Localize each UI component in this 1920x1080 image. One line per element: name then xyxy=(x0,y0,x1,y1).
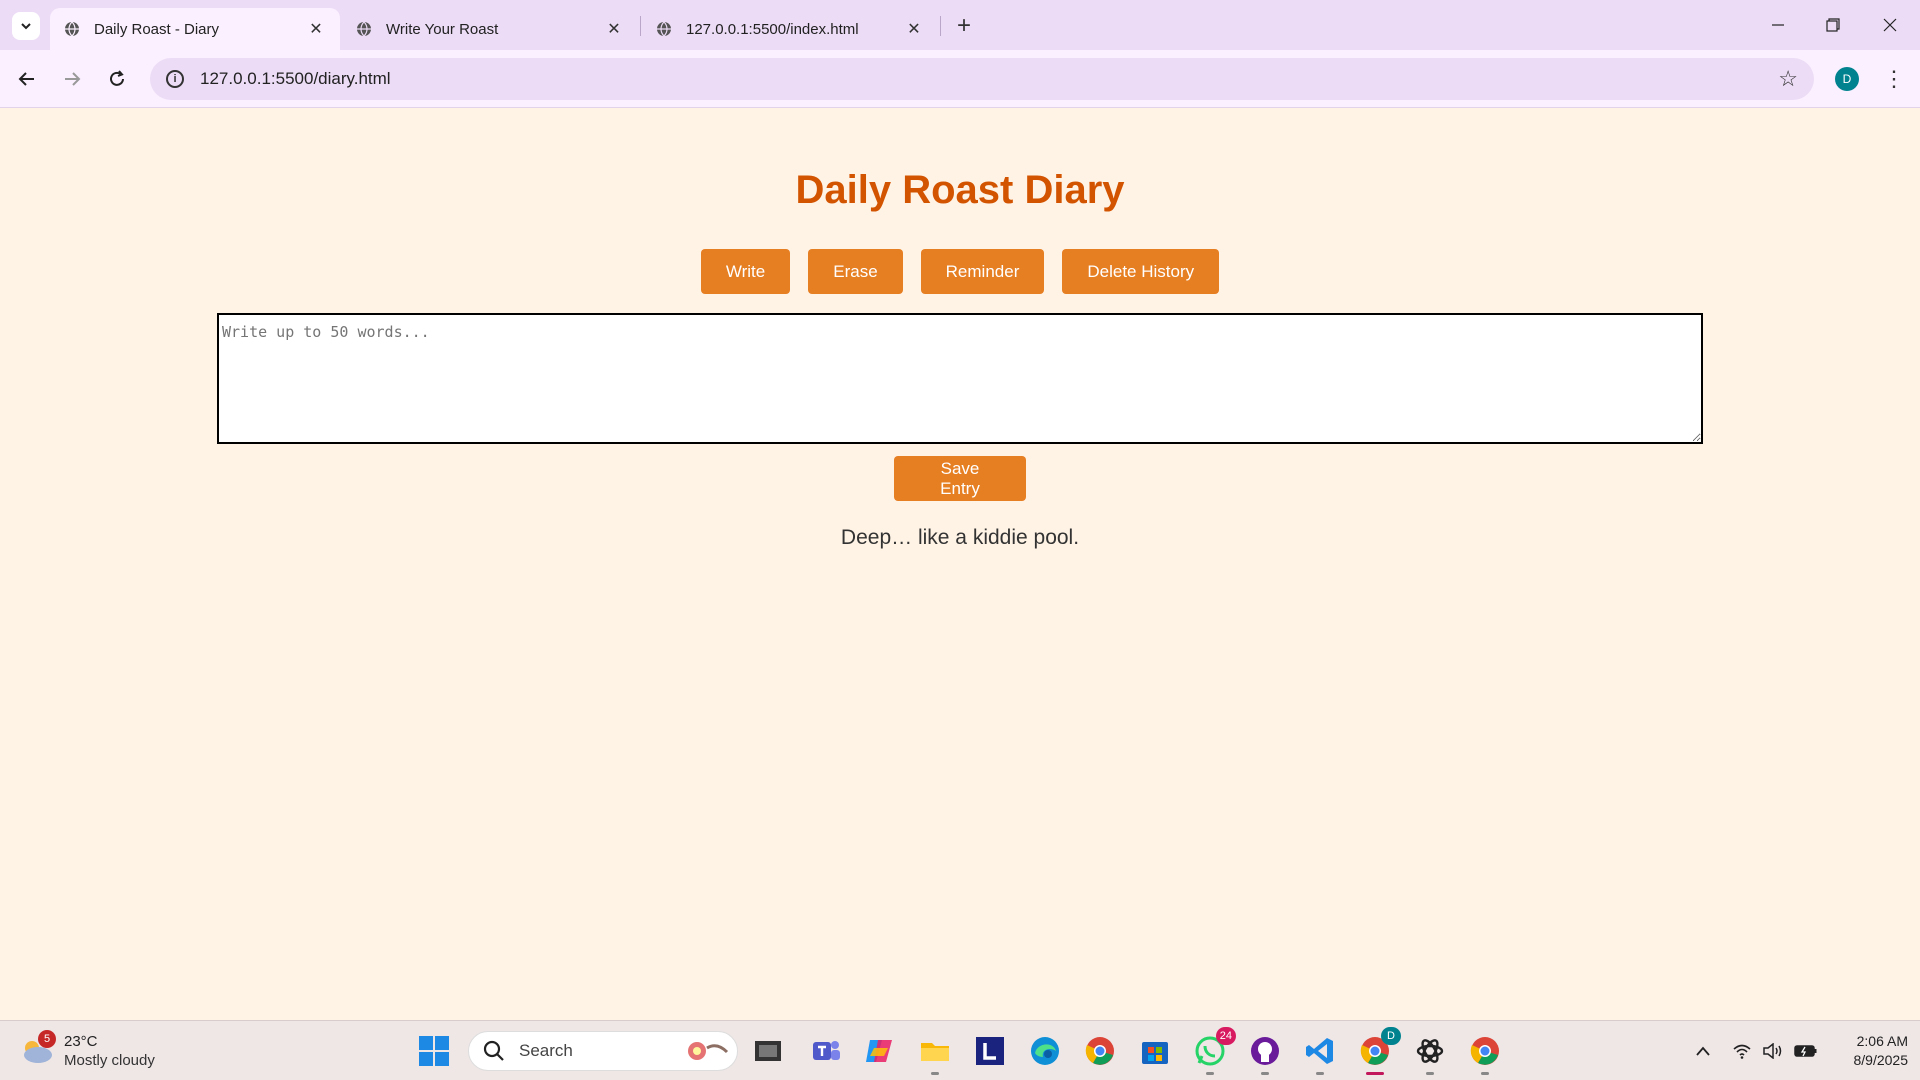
running-indicator xyxy=(1426,1072,1434,1075)
taskbar-search[interactable]: Search xyxy=(468,1031,738,1071)
tab-title: 127.0.0.1:5500/index.html xyxy=(686,20,859,38)
reload-icon xyxy=(110,70,124,86)
minimize-icon xyxy=(1772,24,1784,26)
tab-title: Write Your Roast xyxy=(386,20,499,38)
arrow-right-icon xyxy=(65,72,81,86)
restore-icon xyxy=(1826,18,1840,32)
show-hidden-icons-button[interactable] xyxy=(1692,1039,1714,1063)
search-label: Search xyxy=(519,1041,573,1060)
clock-time: 2:06 AM xyxy=(1856,1033,1908,1049)
github-icon[interactable] xyxy=(1247,1033,1283,1075)
diary-entry-input[interactable] xyxy=(217,313,1703,444)
taskbar: 5 23°C Mostly cloudy Search 24 D 2:06 AM… xyxy=(0,1020,1920,1080)
browser-toolbar: i 127.0.0.1:5500/diary.html ☆ D ⋮ xyxy=(0,50,1920,108)
edge-icon[interactable] xyxy=(1027,1033,1063,1069)
tab-separator xyxy=(640,16,641,36)
tab-index-html[interactable]: 127.0.0.1:5500/index.html ✕ xyxy=(642,8,938,50)
reload-button[interactable] xyxy=(100,62,134,96)
weather-alert-badge: 5 xyxy=(38,1030,56,1048)
battery-icon[interactable] xyxy=(1792,1039,1820,1063)
vscode-icon[interactable] xyxy=(1302,1033,1338,1075)
search-icon xyxy=(483,1040,504,1061)
new-tab-button[interactable]: + xyxy=(950,12,978,40)
search-highlight-icon xyxy=(688,1042,729,1060)
copilot-icon[interactable] xyxy=(862,1033,898,1069)
running-indicator xyxy=(1206,1072,1214,1075)
close-icon[interactable]: ✕ xyxy=(904,19,924,39)
file-explorer-icon[interactable] xyxy=(917,1033,953,1075)
weather-widget[interactable]: 5 23°C Mostly cloudy xyxy=(20,1030,155,1071)
windows-logo-icon xyxy=(419,1036,449,1066)
task-view-icon[interactable] xyxy=(750,1033,786,1069)
weather-condition: Mostly cloudy xyxy=(64,1052,155,1069)
running-indicator xyxy=(1366,1072,1384,1075)
action-buttons: Write Erase Reminder Delete History xyxy=(0,249,1920,294)
running-indicator xyxy=(1316,1072,1324,1075)
more-vertical-icon: ⋮ xyxy=(1883,66,1905,91)
volume-icon[interactable] xyxy=(1760,1039,1786,1063)
tab-daily-roast-diary[interactable]: Daily Roast - Diary ✕ xyxy=(50,8,340,50)
plus-icon: + xyxy=(956,12,971,39)
chatgpt-icon[interactable] xyxy=(1412,1033,1448,1075)
wifi-icon[interactable] xyxy=(1730,1039,1754,1063)
write-button[interactable]: Write xyxy=(700,249,791,294)
chevron-up-icon xyxy=(1696,1046,1710,1056)
clock[interactable]: 2:06 AM 8/9/2025 xyxy=(1832,1032,1909,1070)
tab-strip: Daily Roast - Diary ✕ Write Your Roast ✕… xyxy=(0,0,1920,50)
close-window-button[interactable] xyxy=(1870,10,1910,40)
chevron-down-icon xyxy=(21,23,31,30)
teams-icon[interactable] xyxy=(808,1033,844,1069)
delete-history-button[interactable]: Delete History xyxy=(1062,249,1220,294)
minimize-button[interactable] xyxy=(1758,10,1798,40)
page-title: Daily Roast Diary xyxy=(795,168,1125,212)
browser-menu-button[interactable]: ⋮ xyxy=(1880,62,1908,96)
restore-button[interactable] xyxy=(1813,10,1853,40)
globe-icon xyxy=(65,21,79,37)
diary-page: Daily Roast Diary Write Erase Reminder D… xyxy=(0,108,1920,1020)
address-bar[interactable]: i 127.0.0.1:5500/diary.html ☆ xyxy=(150,58,1814,100)
url-text[interactable]: 127.0.0.1:5500/diary.html xyxy=(200,69,1778,89)
running-indicator xyxy=(1261,1072,1269,1075)
cloud-icon: 5 xyxy=(20,1030,56,1064)
running-indicator xyxy=(1481,1072,1489,1075)
erase-button[interactable]: Erase xyxy=(808,249,903,294)
close-icon xyxy=(1883,18,1897,32)
roast-message: Deep… like a kiddie pool. xyxy=(840,526,1080,549)
microsoft-store-icon[interactable] xyxy=(1137,1033,1173,1069)
l-app-icon[interactable] xyxy=(972,1033,1008,1069)
chrome-icon[interactable] xyxy=(1082,1033,1118,1069)
whatsapp-unread-badge: 24 xyxy=(1215,1027,1236,1045)
forward-button[interactable] xyxy=(55,62,89,96)
weather-temp: 23°C xyxy=(64,1033,98,1050)
running-indicator xyxy=(931,1072,939,1075)
globe-icon xyxy=(357,21,371,37)
close-icon[interactable]: ✕ xyxy=(604,19,624,39)
start-button[interactable] xyxy=(418,1035,450,1067)
chrome-profile-icon[interactable]: D xyxy=(1357,1027,1401,1075)
site-info-icon[interactable]: i xyxy=(166,70,184,88)
chrome-second-icon[interactable] xyxy=(1467,1033,1503,1075)
tab-title: Daily Roast - Diary xyxy=(94,20,220,38)
save-entry-button[interactable]: Save Entry xyxy=(894,456,1026,501)
tab-search-button[interactable] xyxy=(12,12,40,40)
whatsapp-icon[interactable]: 24 xyxy=(1192,1027,1236,1075)
tab-separator xyxy=(940,16,941,36)
arrow-left-icon xyxy=(18,72,34,86)
globe-icon xyxy=(657,21,671,37)
reminder-button[interactable]: Reminder xyxy=(920,249,1045,294)
bookmark-star-icon[interactable]: ☆ xyxy=(1778,66,1798,92)
back-button[interactable] xyxy=(10,62,44,96)
close-icon[interactable]: ✕ xyxy=(306,19,326,39)
clock-date: 8/9/2025 xyxy=(1853,1052,1909,1068)
chrome-profile-badge: D xyxy=(1381,1027,1401,1045)
tab-write-your-roast[interactable]: Write Your Roast ✕ xyxy=(342,8,638,50)
profile-avatar[interactable]: D xyxy=(1835,67,1859,91)
